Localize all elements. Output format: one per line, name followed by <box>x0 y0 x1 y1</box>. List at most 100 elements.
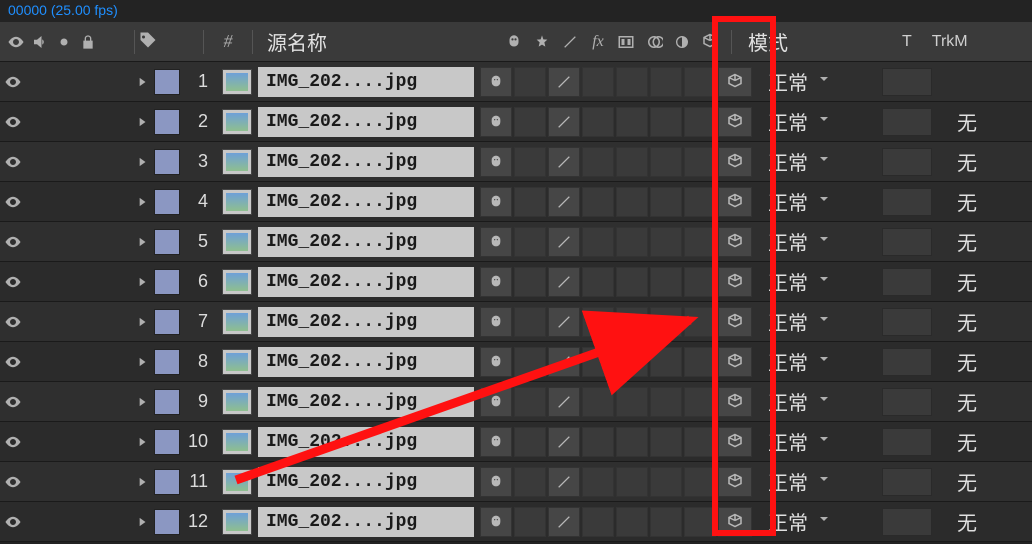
motion-blur-switch[interactable] <box>650 347 682 377</box>
twirl-icon[interactable] <box>130 475 154 489</box>
twirl-icon[interactable] <box>130 155 154 169</box>
shy-switch[interactable] <box>480 227 512 257</box>
track-matte-value[interactable]: 无 <box>932 387 982 416</box>
star-icon[interactable] <box>529 29 555 55</box>
preserve-transparency-toggle[interactable] <box>882 468 932 496</box>
source-name[interactable]: IMG_202....jpg <box>258 187 474 217</box>
shy-switch[interactable] <box>480 267 512 297</box>
visibility-toggle[interactable] <box>0 433 26 451</box>
blend-mode-dropdown[interactable]: 正常 <box>754 427 874 456</box>
blend-mode-dropdown[interactable]: 正常 <box>754 347 874 376</box>
source-name[interactable]: IMG_202....jpg <box>258 507 474 537</box>
source-name[interactable]: IMG_202....jpg <box>258 347 474 377</box>
adjustment-switch[interactable] <box>684 307 716 337</box>
frame-blend-switch[interactable] <box>616 427 648 457</box>
twirl-icon[interactable] <box>130 275 154 289</box>
track-matte-value[interactable]: 无 <box>932 347 982 376</box>
fx-switch[interactable] <box>582 267 614 297</box>
shy-switch[interactable] <box>480 387 512 417</box>
quality-switch[interactable] <box>548 147 580 177</box>
source-thumbnail[interactable] <box>222 309 252 335</box>
fx-switch[interactable] <box>582 307 614 337</box>
track-matte-value[interactable]: 无 <box>932 307 982 336</box>
twirl-icon[interactable] <box>130 115 154 129</box>
track-matte-value[interactable]: 无 <box>932 187 982 216</box>
visibility-toggle[interactable] <box>0 473 26 491</box>
source-thumbnail[interactable] <box>222 349 252 375</box>
label-color[interactable] <box>154 309 180 335</box>
fx-switch[interactable] <box>582 107 614 137</box>
preserve-transparency-toggle[interactable] <box>882 68 932 96</box>
twirl-icon[interactable] <box>130 515 154 529</box>
visibility-toggle[interactable] <box>0 513 26 531</box>
source-thumbnail[interactable] <box>222 429 252 455</box>
label-color[interactable] <box>154 69 180 95</box>
blend-mode-dropdown[interactable]: 正常 <box>754 227 874 256</box>
source-name[interactable]: IMG_202....jpg <box>258 467 474 497</box>
shy-switch[interactable] <box>480 147 512 177</box>
motion-blur-switch[interactable] <box>650 467 682 497</box>
source-name[interactable]: IMG_202....jpg <box>258 147 474 177</box>
adjustment-switch[interactable] <box>684 107 716 137</box>
label-color[interactable] <box>154 469 180 495</box>
quality-switch[interactable] <box>548 467 580 497</box>
source-name[interactable]: IMG_202....jpg <box>258 107 474 137</box>
layer-row[interactable]: 12 IMG_202....jpg 正常 <box>0 502 1032 542</box>
layer-row[interactable]: 2 IMG_202....jpg 正常 <box>0 102 1032 142</box>
motion-blur-switch[interactable] <box>650 307 682 337</box>
3d-switch[interactable] <box>718 387 752 417</box>
preserve-transparency-toggle[interactable] <box>882 148 932 176</box>
layer-row[interactable]: 6 IMG_202....jpg 正常 <box>0 262 1032 302</box>
visibility-toggle[interactable] <box>0 113 26 131</box>
3d-switch[interactable] <box>718 227 752 257</box>
3d-switch[interactable] <box>718 307 752 337</box>
quality-switch[interactable] <box>548 387 580 417</box>
track-matte-value[interactable]: 无 <box>932 467 982 496</box>
quality-switch[interactable] <box>548 307 580 337</box>
frame-blend-switch[interactable] <box>616 507 648 537</box>
fx-switch[interactable] <box>582 187 614 217</box>
collapse-switch[interactable] <box>514 347 546 377</box>
shy-switch[interactable] <box>480 467 512 497</box>
label-color[interactable] <box>154 229 180 255</box>
collapse-switch[interactable] <box>514 387 546 417</box>
source-thumbnail[interactable] <box>222 109 252 135</box>
source-name[interactable]: IMG_202....jpg <box>258 307 474 337</box>
twirl-icon[interactable] <box>130 315 154 329</box>
twirl-icon[interactable] <box>130 75 154 89</box>
preserve-transparency-toggle[interactable] <box>882 228 932 256</box>
adjustment-icon[interactable] <box>669 29 695 55</box>
quality-switch[interactable] <box>548 187 580 217</box>
source-thumbnail[interactable] <box>222 149 252 175</box>
shy-switch[interactable] <box>480 427 512 457</box>
label-color[interactable] <box>154 149 180 175</box>
collapse-switch[interactable] <box>514 267 546 297</box>
preserve-transparency-toggle[interactable] <box>882 268 932 296</box>
shy-switch[interactable] <box>480 187 512 217</box>
collapse-switch[interactable] <box>514 147 546 177</box>
motion-blur-switch[interactable] <box>650 107 682 137</box>
motion-blur-icon[interactable] <box>641 29 667 55</box>
source-thumbnail[interactable] <box>222 389 252 415</box>
label-icon[interactable] <box>139 31 157 52</box>
3d-switch[interactable] <box>718 187 752 217</box>
source-name[interactable]: IMG_202....jpg <box>258 67 474 97</box>
mode-header[interactable]: 模式 <box>736 27 886 56</box>
frame-blend-switch[interactable] <box>616 67 648 97</box>
source-thumbnail[interactable] <box>222 69 252 95</box>
frame-blend-switch[interactable] <box>616 187 648 217</box>
adjustment-switch[interactable] <box>684 467 716 497</box>
adjustment-switch[interactable] <box>684 387 716 417</box>
quality-switch[interactable] <box>548 427 580 457</box>
preserve-transparency-toggle[interactable] <box>882 188 932 216</box>
shy-icon[interactable] <box>501 29 527 55</box>
preserve-transparency-toggle[interactable] <box>882 388 932 416</box>
source-name[interactable]: IMG_202....jpg <box>258 227 474 257</box>
label-color[interactable] <box>154 509 180 535</box>
layer-row[interactable]: 1 IMG_202....jpg 正常 <box>0 62 1032 102</box>
adjustment-switch[interactable] <box>684 507 716 537</box>
index-column-header[interactable]: # <box>208 31 248 52</box>
3d-switch[interactable] <box>718 467 752 497</box>
source-thumbnail[interactable] <box>222 509 252 535</box>
collapse-switch[interactable] <box>514 427 546 457</box>
